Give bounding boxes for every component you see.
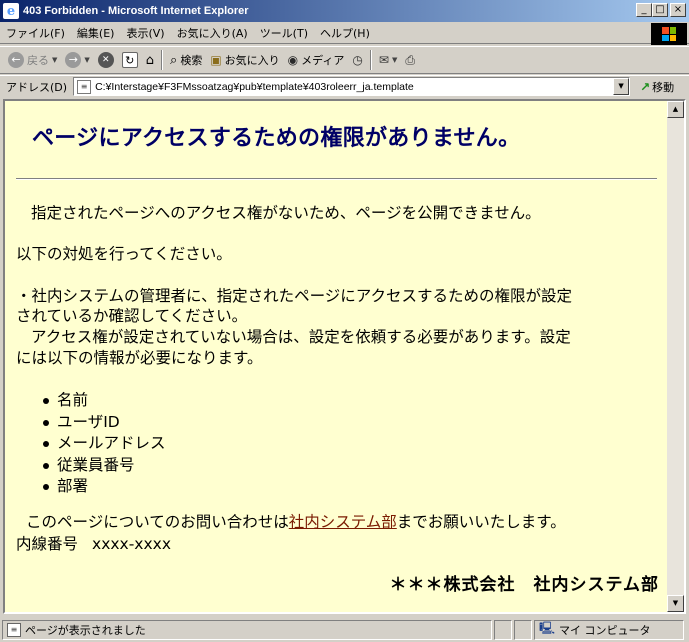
media-icon: ◉ <box>287 53 299 67</box>
admin-text-line1: ・社内システムの管理者に、指定されたページにアクセスするための権限が設定 <box>16 287 572 305</box>
media-button[interactable]: ◉ メディア <box>284 49 349 71</box>
window-title: 403 Forbidden - Microsoft Internet Explo… <box>23 5 249 17</box>
contact-link[interactable]: 社内システム部 <box>289 513 397 531</box>
list-item: 名前 <box>29 390 166 412</box>
menu-file[interactable]: ファイル(F) <box>0 25 71 41</box>
forward-button[interactable]: → ▼ <box>61 49 93 71</box>
address-value[interactable]: C:¥Interstage¥F3FMssoatzag¥pub¥template¥… <box>95 81 414 93</box>
page-heading: ページにアクセスするための権限がありません。 <box>32 126 521 151</box>
stop-button[interactable]: ✕ <box>94 49 118 71</box>
page-viewport[interactable]: ページにアクセスするための権限がありません。 指定されたページへのアクセス権がな… <box>3 99 686 614</box>
minimize-button[interactable]: _ <box>636 3 652 17</box>
extension-label: 内線番号 <box>16 535 79 553</box>
mail-button[interactable]: ✉ ▼ <box>375 49 401 71</box>
favorites-button[interactable]: ▣ お気に入り <box>206 49 283 71</box>
home-button[interactable]: ⌂ <box>142 49 158 71</box>
horizontal-rule <box>16 178 657 180</box>
menu-tools[interactable]: ツール(T) <box>254 25 314 41</box>
menu-help[interactable]: ヘルプ(H) <box>314 25 376 41</box>
status-message: ページが表示されました <box>25 623 146 637</box>
mail-icon: ✉ <box>378 53 389 67</box>
address-label: アドレス(D) <box>6 80 68 94</box>
toolbar-separator <box>161 50 164 70</box>
status-message-pane: ≡ ページが表示されました <box>2 619 492 640</box>
status-bar: ≡ ページが表示されました 🖳 マイ コンピュータ <box>0 617 689 642</box>
windows-logo <box>651 23 687 45</box>
my-computer-icon: 🖳 <box>539 621 556 635</box>
list-item: メールアドレス <box>29 433 166 455</box>
contact-text-after: までお願いいたします。 <box>396 513 566 531</box>
stop-icon: ✕ <box>97 52 114 68</box>
favorites-label: お気に入り <box>224 54 280 67</box>
favorites-folder-icon: ▣ <box>210 53 222 67</box>
scroll-down-icon[interactable]: ▼ <box>667 595 684 612</box>
windows-flag-icon <box>662 27 676 41</box>
toolbar: ← 戻る ▼ → ▼ ✕ ↻ ⌂ ⌕ 検索 ▣ お気に入り ◉ メディア ◷ ✉… <box>0 46 689 74</box>
admin-text-line4: には以下の情報が必要になります。 <box>16 349 263 367</box>
company-signature: ＊＊＊株式会社 社内システム部 <box>389 575 659 595</box>
back-arrow-icon: ← <box>8 52 24 68</box>
extension-value: xxxx-xxxx <box>92 535 171 553</box>
address-dropdown-icon[interactable]: ▼ <box>613 78 630 95</box>
instruction-text: 以下の対処を行ってください。 <box>16 245 232 263</box>
list-item: 従業員番号 <box>29 455 166 477</box>
media-label: メディア <box>301 54 345 67</box>
search-button[interactable]: ⌕ 検索 <box>166 49 206 71</box>
contact-text: このページについてのお問い合わせは社内システム部までお願いいたします。 <box>16 513 661 533</box>
close-button[interactable]: × <box>670 3 686 17</box>
search-label: 検索 <box>180 54 203 67</box>
print-icon: ⎙ <box>405 52 415 67</box>
back-label: 戻る <box>27 54 49 67</box>
forward-arrow-icon: → <box>65 52 82 68</box>
page-icon: ≡ <box>77 79 92 94</box>
forward-dropdown-icon[interactable]: ▼ <box>84 56 89 64</box>
go-label: 移動 <box>652 80 675 94</box>
address-input[interactable]: ≡ C:¥Interstage¥F3FMssoatzag¥pub¥templat… <box>73 77 631 96</box>
go-arrow-icon: ↗ <box>640 79 651 94</box>
vertical-scrollbar[interactable]: ▲ ▼ <box>667 101 684 612</box>
menu-bar: ファイル(F) 編集(E) 表示(V) お気に入り(A) ツール(T) ヘルプ(… <box>0 22 689 44</box>
menu-view[interactable]: 表示(V) <box>120 25 170 41</box>
search-icon: ⌕ <box>170 52 178 68</box>
admin-text-line2: されているか確認してください。 <box>16 307 248 325</box>
back-button[interactable]: ← 戻る ▼ <box>4 49 61 71</box>
back-dropdown-icon[interactable]: ▼ <box>52 56 57 64</box>
status-pane <box>514 619 532 640</box>
required-info-list: 名前 ユーザID メールアドレス 従業員番号 部署 <box>29 390 166 498</box>
menu-favorites[interactable]: お気に入り(A) <box>171 25 254 41</box>
print-button[interactable]: ⎙ <box>401 49 419 71</box>
error-message: 指定されたページへのアクセス権がないため、ページを公開できません。 <box>31 204 541 222</box>
title-bar: e 403 Forbidden - Microsoft Internet Exp… <box>0 0 689 22</box>
go-button[interactable]: ↗ 移動 <box>640 79 674 95</box>
refresh-icon: ↻ <box>121 52 138 68</box>
address-bar: アドレス(D) ≡ C:¥Interstage¥F3FMssoatzag¥pub… <box>0 75 689 97</box>
refresh-button[interactable]: ↻ <box>118 49 142 71</box>
home-icon: ⌂ <box>145 52 155 68</box>
history-icon: ◷ <box>352 53 363 67</box>
window-controls: _ □ × <box>636 3 686 17</box>
ie-logo-icon: e <box>3 3 19 19</box>
mail-dropdown-icon[interactable]: ▼ <box>392 56 397 64</box>
security-zone-pane: 🖳 マイ コンピュータ <box>534 619 684 640</box>
history-button[interactable]: ◷ <box>348 49 366 71</box>
menu-edit[interactable]: 編集(E) <box>71 25 121 41</box>
admin-text-line3: アクセス権が設定されていない場合は、設定を依頼する必要があります。設定 <box>31 328 571 346</box>
extension-line: 内線番号 xxxx-xxxx <box>16 535 661 555</box>
status-pane <box>494 619 512 640</box>
page-done-icon: ≡ <box>7 622 21 637</box>
security-zone-label: マイ コンピュータ <box>559 623 651 637</box>
toolbar-separator <box>369 50 372 70</box>
list-item: 部署 <box>29 476 166 498</box>
contact-text-before: このページについてのお問い合わせは <box>26 513 289 531</box>
list-item: ユーザID <box>29 412 166 434</box>
scroll-up-icon[interactable]: ▲ <box>667 101 684 118</box>
maximize-button[interactable]: □ <box>652 3 668 17</box>
page-content: ページにアクセスするための権限がありません。 指定されたページへのアクセス権がな… <box>5 101 667 612</box>
